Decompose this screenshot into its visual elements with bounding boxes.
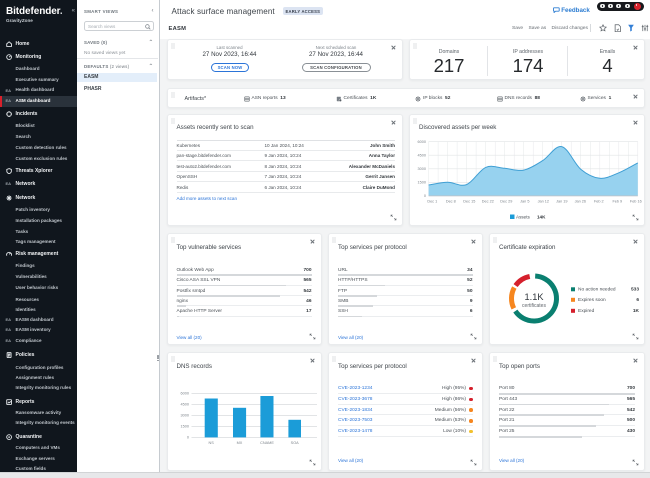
svg-text:3000: 3000: [418, 167, 426, 171]
svg-text:0: 0: [424, 194, 426, 198]
svg-text:0: 0: [186, 436, 188, 440]
svg-text:Jan 5: Jan 5: [520, 200, 529, 204]
svg-text:4500: 4500: [418, 154, 426, 158]
svg-text:Dec 29: Dec 29: [500, 200, 512, 204]
svg-text:1K: 1K: [633, 308, 640, 314]
svg-text:Assets: Assets: [516, 215, 530, 220]
svg-text:Dec 8: Dec 8: [446, 200, 456, 204]
svg-text:NS: NS: [208, 441, 214, 445]
svg-text:Dec 1: Dec 1: [427, 200, 437, 204]
svg-text:Jan 12: Jan 12: [538, 200, 549, 204]
svg-text:533: 533: [631, 287, 639, 293]
svg-text:Dec 22: Dec 22: [482, 200, 494, 204]
svg-text:1500: 1500: [418, 181, 426, 185]
svg-text:Dec 15: Dec 15: [463, 200, 475, 204]
svg-text:certificates: certificates: [522, 303, 546, 309]
svg-text:Jan 19: Jan 19: [556, 200, 567, 204]
svg-text:14K: 14K: [537, 215, 546, 220]
svg-text:6000: 6000: [418, 140, 426, 144]
svg-text:6: 6: [636, 297, 639, 303]
svg-text:CNAME: CNAME: [260, 441, 274, 445]
svg-text:Expires soon: Expires soon: [578, 297, 606, 303]
svg-text:Feb 16: Feb 16: [630, 200, 642, 204]
svg-text:3000: 3000: [180, 414, 188, 418]
svg-text:Jan 26: Jan 26: [575, 200, 586, 204]
svg-text:MX: MX: [236, 441, 242, 445]
svg-text:Expired: Expired: [578, 308, 595, 314]
svg-text:1.1K: 1.1K: [525, 292, 545, 302]
svg-text:1500: 1500: [180, 425, 188, 429]
svg-text:6000: 6000: [180, 392, 188, 396]
svg-text:Feb 2: Feb 2: [594, 200, 604, 204]
svg-text:SOA: SOA: [290, 441, 298, 445]
svg-text:4500: 4500: [180, 403, 188, 407]
svg-text:Feb 9: Feb 9: [612, 200, 622, 204]
svg-text:No action needed: No action needed: [578, 287, 616, 293]
